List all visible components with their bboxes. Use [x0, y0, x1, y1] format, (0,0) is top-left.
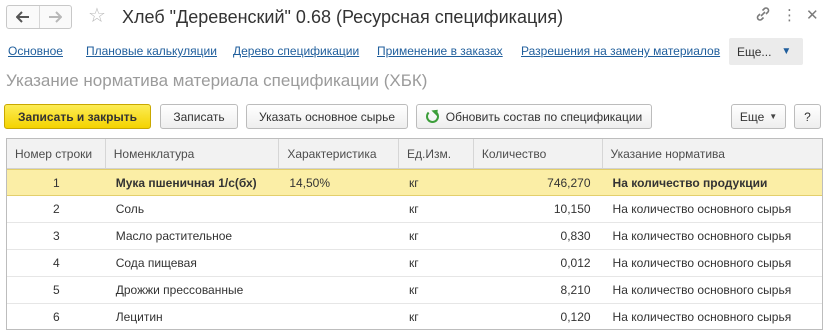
help-button[interactable]: ? [794, 104, 821, 129]
norm-cell[interactable]: На количество основного сырья [603, 223, 822, 249]
unit-cell[interactable]: кг [399, 250, 474, 276]
column-header-quantity[interactable]: Количество [474, 139, 603, 168]
link-spec-tree[interactable]: Дерево спецификации [233, 44, 359, 58]
norm-cell[interactable]: На количество основного сырья [603, 196, 822, 222]
triangle-down-icon: ▼ [781, 46, 792, 57]
item-cell[interactable]: Мука пшеничная 1/с(бх) [106, 170, 280, 195]
unit-cell[interactable]: кг [399, 170, 474, 195]
arrow-left-icon [15, 11, 29, 23]
caret-down-icon: ▼ [769, 112, 778, 121]
characteristic-cell[interactable] [279, 196, 399, 222]
characteristic-cell[interactable] [279, 277, 399, 303]
set-main-material-label: Указать основное сырье [258, 109, 395, 124]
save-button[interactable]: Записать [160, 104, 238, 129]
star-icon[interactable]: ☆ [88, 4, 106, 28]
table-row[interactable]: 5 Дрожжи прессованные кг 8,210 На количе… [7, 277, 822, 304]
row-number: 1 [53, 175, 60, 190]
link-icon[interactable] [755, 6, 771, 28]
close-icon[interactable]: ✕ [806, 6, 819, 26]
kebab-menu-icon[interactable]: ⋮ [782, 6, 797, 26]
save-and-close-label: Записать и закрыть [18, 109, 137, 124]
quantity-cell[interactable]: 0,830 [474, 223, 603, 249]
links-more-label: Еще... [737, 44, 772, 59]
unit-cell[interactable]: кг [399, 196, 474, 222]
item-cell[interactable]: Сода пищевая [106, 250, 280, 276]
characteristic-cell[interactable] [279, 250, 399, 276]
characteristic-cell[interactable] [279, 304, 399, 329]
column-header-characteristic[interactable]: Характеристика [279, 139, 400, 168]
quantity-cell[interactable]: 0,012 [474, 250, 603, 276]
back-button[interactable] [7, 6, 39, 28]
unit-cell[interactable]: кг [399, 304, 474, 329]
save-label: Записать [173, 109, 225, 124]
column-header-item[interactable]: Номенклатура [106, 139, 280, 168]
link-replacement-permissions[interactable]: Разрешения на замену материалов [521, 44, 720, 58]
table-row[interactable]: 6 Лецитин кг 0,120 На количество основно… [7, 304, 822, 329]
set-main-material-button[interactable]: Указать основное сырье [246, 104, 408, 129]
column-header-norm[interactable]: Указание норматива [603, 139, 822, 168]
navigation-buttons [6, 5, 72, 29]
row-number: 2 [53, 202, 60, 216]
table-row[interactable]: 1 Мука пшеничная 1/с(бх) 14,50% кг 746,2… [7, 169, 822, 196]
quantity-cell[interactable]: 0,120 [474, 304, 603, 329]
save-and-close-button[interactable]: Записать и закрыть [4, 104, 151, 129]
column-header-unit[interactable]: Ед.Изм. [399, 139, 474, 168]
column-header-row-number[interactable]: Номер строки [7, 139, 106, 168]
item-cell[interactable]: Масло растительное [106, 223, 280, 249]
row-number: 3 [53, 229, 60, 243]
refresh-composition-label: Обновить состав по спецификации [445, 109, 643, 124]
materials-table: Номер строки Номенклатура Характеристика… [6, 138, 823, 330]
quantity-cell[interactable]: 746,270 [474, 170, 603, 195]
item-cell[interactable]: Лецитин [106, 304, 280, 329]
unit-cell[interactable]: кг [399, 223, 474, 249]
window-title: Хлеб "Деревенский" 0.68 (Ресурсная специ… [122, 7, 564, 27]
help-label: ? [804, 109, 811, 124]
more-actions-button[interactable]: Еще ▼ [731, 104, 786, 129]
quantity-cell[interactable]: 10,150 [474, 196, 603, 222]
arrow-right-icon [49, 11, 63, 23]
characteristic-cell[interactable] [279, 223, 399, 249]
norm-cell[interactable]: На количество продукции [603, 170, 822, 195]
norm-cell[interactable]: На количество основного сырья [603, 250, 822, 276]
link-usage-in-orders[interactable]: Применение в заказах [377, 44, 503, 58]
unit-cell[interactable]: кг [399, 277, 474, 303]
table-row[interactable]: 2 Соль кг 10,150 На количество основного… [7, 196, 822, 223]
refresh-composition-button[interactable]: Обновить состав по спецификации [416, 104, 652, 129]
refresh-icon [425, 110, 439, 123]
row-number: 4 [53, 256, 60, 270]
characteristic-cell[interactable]: 14,50% [279, 170, 399, 195]
table-row[interactable]: 3 Масло растительное кг 0,830 На количес… [7, 223, 822, 250]
row-number: 5 [53, 283, 60, 297]
quantity-cell[interactable]: 8,210 [474, 277, 603, 303]
item-cell[interactable]: Соль [106, 196, 280, 222]
norm-cell[interactable]: На количество основного сырья [603, 304, 822, 329]
table-row[interactable]: 4 Сода пищевая кг 0,012 На количество ос… [7, 250, 822, 277]
forward-button[interactable] [38, 6, 72, 28]
norm-cell[interactable]: На количество основного сырья [603, 277, 822, 303]
item-cell[interactable]: Дрожжи прессованные [106, 277, 280, 303]
title-bar: ☆ Хлеб "Деревенский" 0.68 (Ресурсная спе… [0, 0, 830, 36]
row-number: 6 [53, 310, 60, 324]
links-more-button[interactable]: Еще... ▼ [729, 38, 803, 65]
form-links-panel: Основное Плановые калькуляции Дерево спе… [0, 38, 830, 66]
link-main[interactable]: Основное [8, 44, 63, 58]
table-header: Номер строки Номенклатура Характеристика… [7, 139, 822, 169]
more-actions-label: Еще [739, 109, 765, 124]
link-planned-costing[interactable]: Плановые калькуляции [86, 44, 217, 58]
form-title: Указание норматива материала спецификаци… [6, 71, 428, 90]
